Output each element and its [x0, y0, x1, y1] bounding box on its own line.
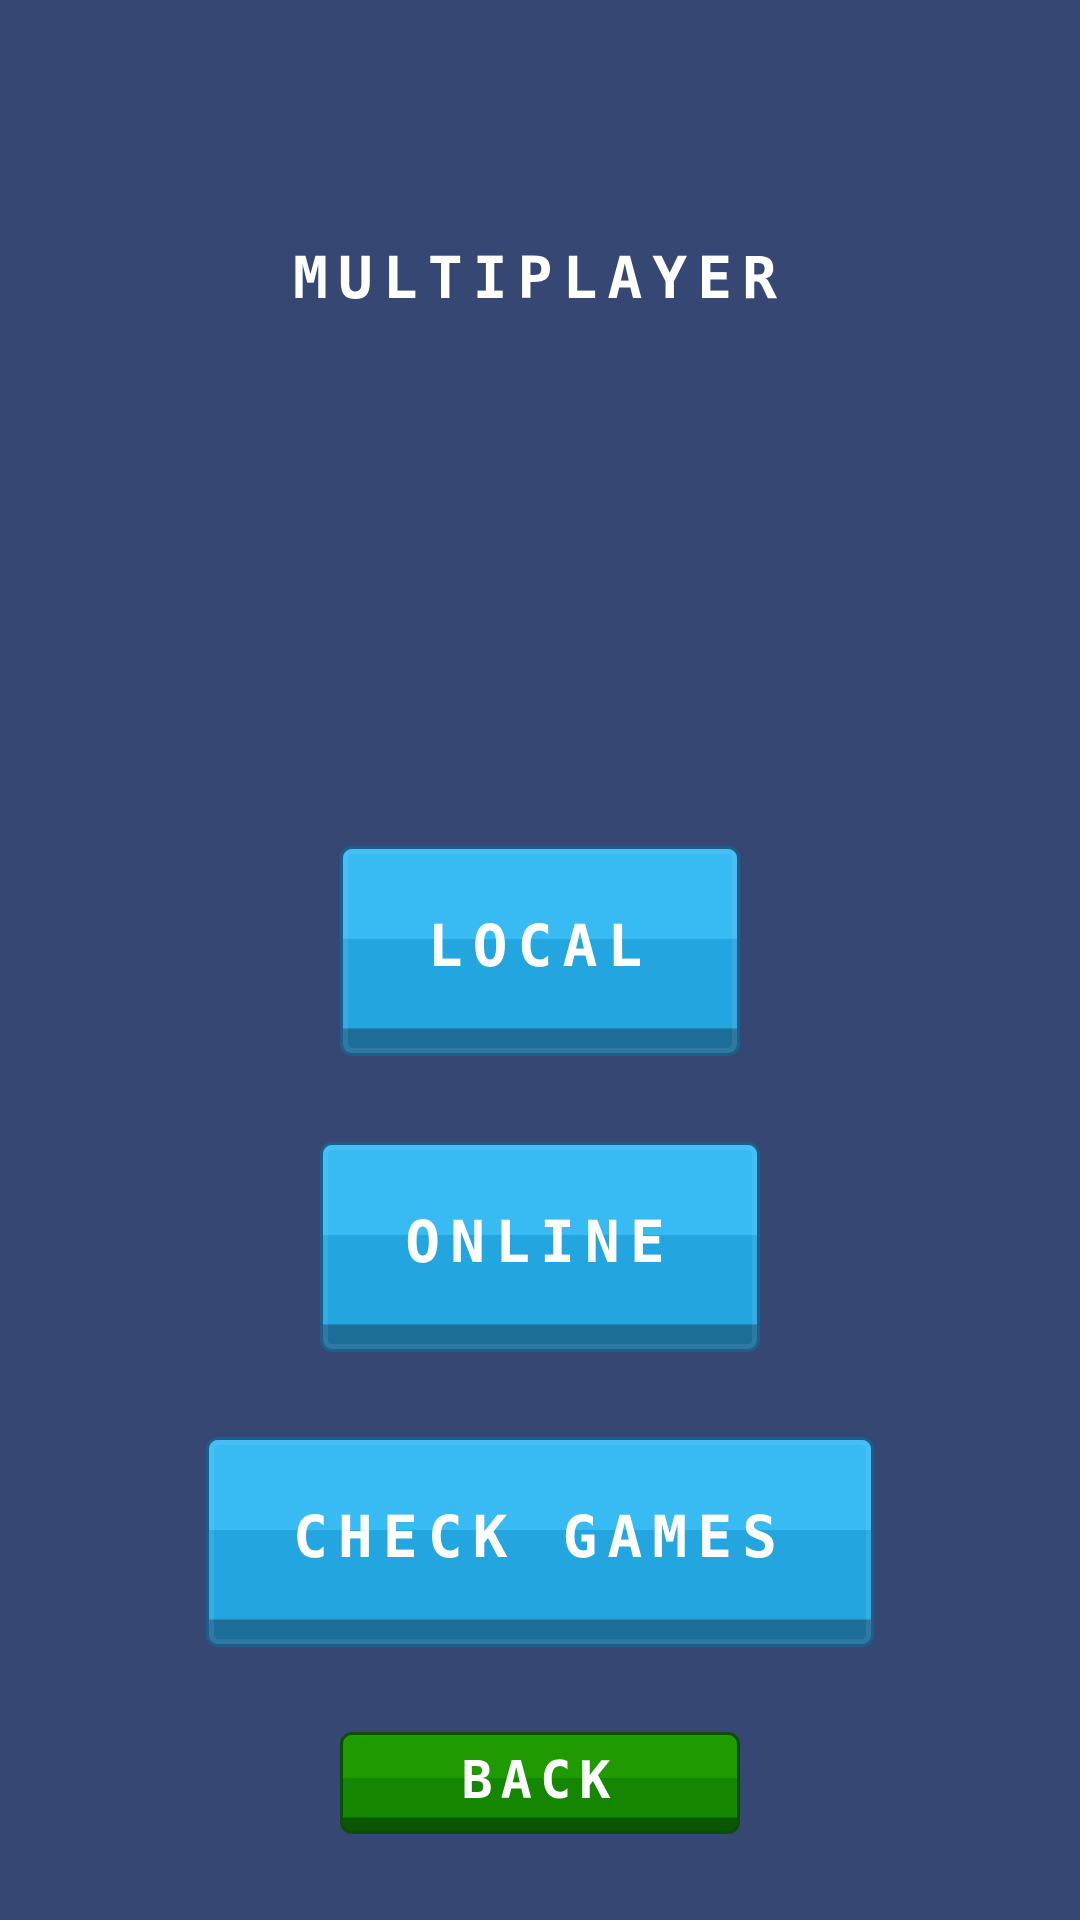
local-button-label: LOCAL: [427, 912, 653, 980]
online-button[interactable]: ONLINE: [320, 1142, 760, 1352]
screen-title: MULTIPLAYER: [292, 244, 788, 312]
check-games-button[interactable]: CHECK GAMES: [206, 1437, 874, 1647]
check-games-button-label: CHECK GAMES: [292, 1503, 788, 1571]
multiplayer-screen: MULTIPLAYER LOCAL ONLINE CHECK GAMES BAC…: [0, 0, 1080, 1920]
online-button-label: ONLINE: [405, 1208, 675, 1276]
back-button-label: BACK: [461, 1751, 619, 1811]
back-button[interactable]: BACK: [340, 1732, 740, 1834]
local-button[interactable]: LOCAL: [340, 846, 740, 1056]
